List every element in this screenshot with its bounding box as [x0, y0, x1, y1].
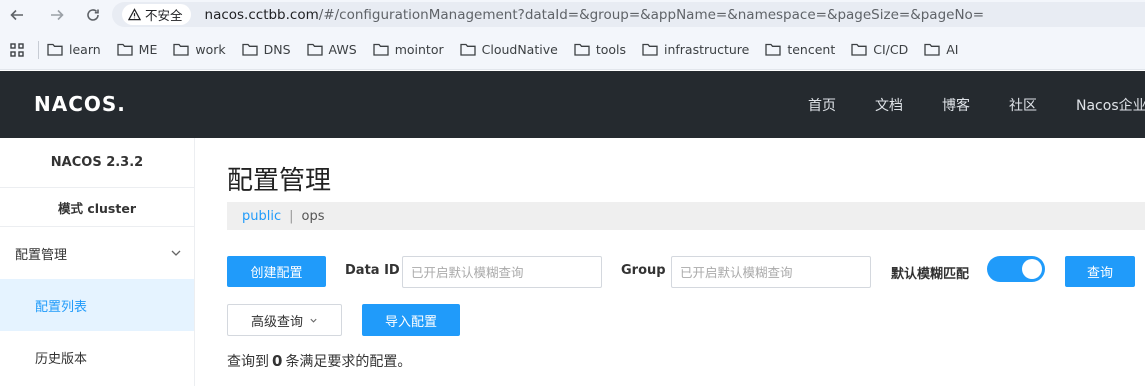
header-link[interactable]: 首页 [808, 95, 836, 115]
sidebar-item-config-list[interactable]: 配置列表 [0, 279, 194, 331]
url-path: /#/configurationManagement?dataId=&group… [318, 6, 985, 23]
folder-icon [851, 43, 867, 56]
folder-icon [459, 43, 476, 56]
bookmark-item[interactable]: work [173, 42, 226, 57]
url-domain: nacos.cctbb.com [204, 6, 319, 23]
bookmark-item[interactable]: tools [574, 42, 626, 57]
folder-icon [574, 43, 590, 56]
omnibox[interactable]: 不安全 nacos.cctbb.com/#/configurationManag… [112, 2, 1145, 27]
bookmark-item[interactable]: CI/CD [851, 42, 908, 57]
bookmark-label: work [195, 42, 226, 57]
bookmarks-divider [38, 40, 39, 59]
folder-icon [373, 43, 389, 56]
result-summary: 查询到 0 条满足要求的配置。 [227, 351, 411, 371]
header-link[interactable]: Nacos企业 [1076, 95, 1145, 115]
group-input[interactable] [671, 256, 871, 288]
bookmark-label: tools [595, 42, 626, 57]
advanced-search-button[interactable]: 高级查询 [227, 304, 342, 336]
bookmark-item[interactable]: CloudNative [459, 42, 558, 57]
data-id-label: Data ID [345, 263, 400, 278]
bookmark-label: CloudNative [481, 42, 558, 57]
bookmark-item[interactable]: tencent [765, 42, 835, 57]
url-text[interactable]: nacos.cctbb.com/#/configurationManagemen… [205, 7, 985, 23]
group-label: Group [621, 263, 666, 278]
app-header: NACOS. 首页 文档 博客 社区 Nacos企业 [0, 71, 1145, 138]
warning-icon [128, 8, 141, 21]
mode-label: 模式 cluster [0, 188, 194, 227]
header-nav: 首页 文档 博客 社区 Nacos企业 [808, 71, 1145, 138]
chevron-down-icon [171, 250, 181, 256]
bookmark-label: infrastructure [664, 42, 750, 57]
insecure-label: 不安全 [145, 8, 183, 23]
sidebar-item-history[interactable]: 历史版本 [0, 331, 194, 383]
bookmark-item[interactable]: AI [924, 42, 958, 57]
data-id-input[interactable] [402, 256, 602, 288]
folder-icon [117, 43, 133, 56]
bookmark-label: AI [946, 42, 959, 57]
bookmark-item[interactable]: AWS [306, 42, 357, 57]
bookmark-label: tencent [787, 42, 836, 57]
bookmark-item[interactable]: learn [47, 42, 101, 57]
back-icon[interactable] [4, 2, 30, 28]
result-count: 0 [272, 352, 283, 370]
header-link[interactable]: 博客 [942, 95, 970, 115]
result-prefix: 查询到 [227, 354, 269, 370]
bookmark-label: ME [138, 42, 158, 57]
folder-icon [765, 43, 781, 56]
namespace-public[interactable]: public [242, 209, 281, 224]
bookmark-label: learn [69, 42, 101, 57]
namespace-separator: | [289, 208, 294, 224]
folder-icon [924, 43, 940, 56]
bookmark-label: AWS [328, 42, 357, 57]
nacos-logo[interactable]: NACOS. [34, 92, 126, 116]
chevron-down-icon [310, 318, 317, 323]
sidebar-item-label: 配置列表 [35, 299, 88, 315]
fuzzy-match-label: 默认模糊匹配 [891, 267, 970, 282]
bookmark-label: DNS [263, 42, 291, 57]
sidebar: NACOS 2.3.2 模式 cluster 配置管理 配置列表 历史版本 [0, 138, 195, 386]
main-content: 配置管理 public | ops 创建配置 Data ID Group 默认模… [196, 138, 1145, 386]
sidebar-group-config[interactable]: 配置管理 [0, 227, 194, 279]
advanced-search-label: 高级查询 [250, 314, 303, 330]
bookmark-item[interactable]: ME [117, 42, 158, 57]
result-suffix: 条满足要求的配置。 [285, 354, 412, 370]
sidebar-group-label: 配置管理 [15, 247, 68, 263]
namespace-ops[interactable]: ops [302, 209, 325, 224]
browser-address-bar: 不安全 nacos.cctbb.com/#/configurationManag… [0, 0, 1145, 30]
bookmark-item[interactable]: DNS [241, 42, 291, 57]
bookmark-item[interactable]: mointor [373, 42, 444, 57]
folder-icon [47, 43, 63, 56]
version-label: NACOS 2.3.2 [0, 138, 194, 188]
search-button[interactable]: 查询 [1065, 256, 1135, 287]
folder-icon [642, 43, 658, 56]
create-config-button[interactable]: 创建配置 [227, 256, 326, 287]
sidebar-item-label: 历史版本 [35, 351, 88, 367]
reload-icon[interactable] [80, 2, 106, 28]
namespace-bar: public | ops [227, 202, 1145, 230]
bookmark-label: mointor [394, 42, 444, 57]
bookmark-item[interactable]: infrastructure [642, 42, 749, 57]
security-chip[interactable]: 不安全 [122, 4, 191, 25]
forward-icon[interactable] [44, 2, 70, 28]
folder-icon [173, 43, 190, 56]
page-title: 配置管理 [227, 166, 332, 196]
folder-icon [241, 43, 258, 56]
folder-icon [306, 43, 323, 56]
apps-grid-icon[interactable] [6, 39, 28, 61]
header-link[interactable]: 社区 [1009, 95, 1037, 115]
fuzzy-match-toggle[interactable] [987, 256, 1045, 282]
toggle-knob [1022, 259, 1042, 279]
header-link[interactable]: 文档 [875, 95, 903, 115]
bookmark-list: learn ME work DNS AWS mointor CloudNative tools… [47, 42, 974, 57]
import-config-button[interactable]: 导入配置 [362, 304, 460, 336]
bookmarks-bar: learn ME work DNS AWS mointor CloudNative tools… [0, 30, 1145, 70]
bookmark-label: CI/CD [873, 42, 909, 57]
